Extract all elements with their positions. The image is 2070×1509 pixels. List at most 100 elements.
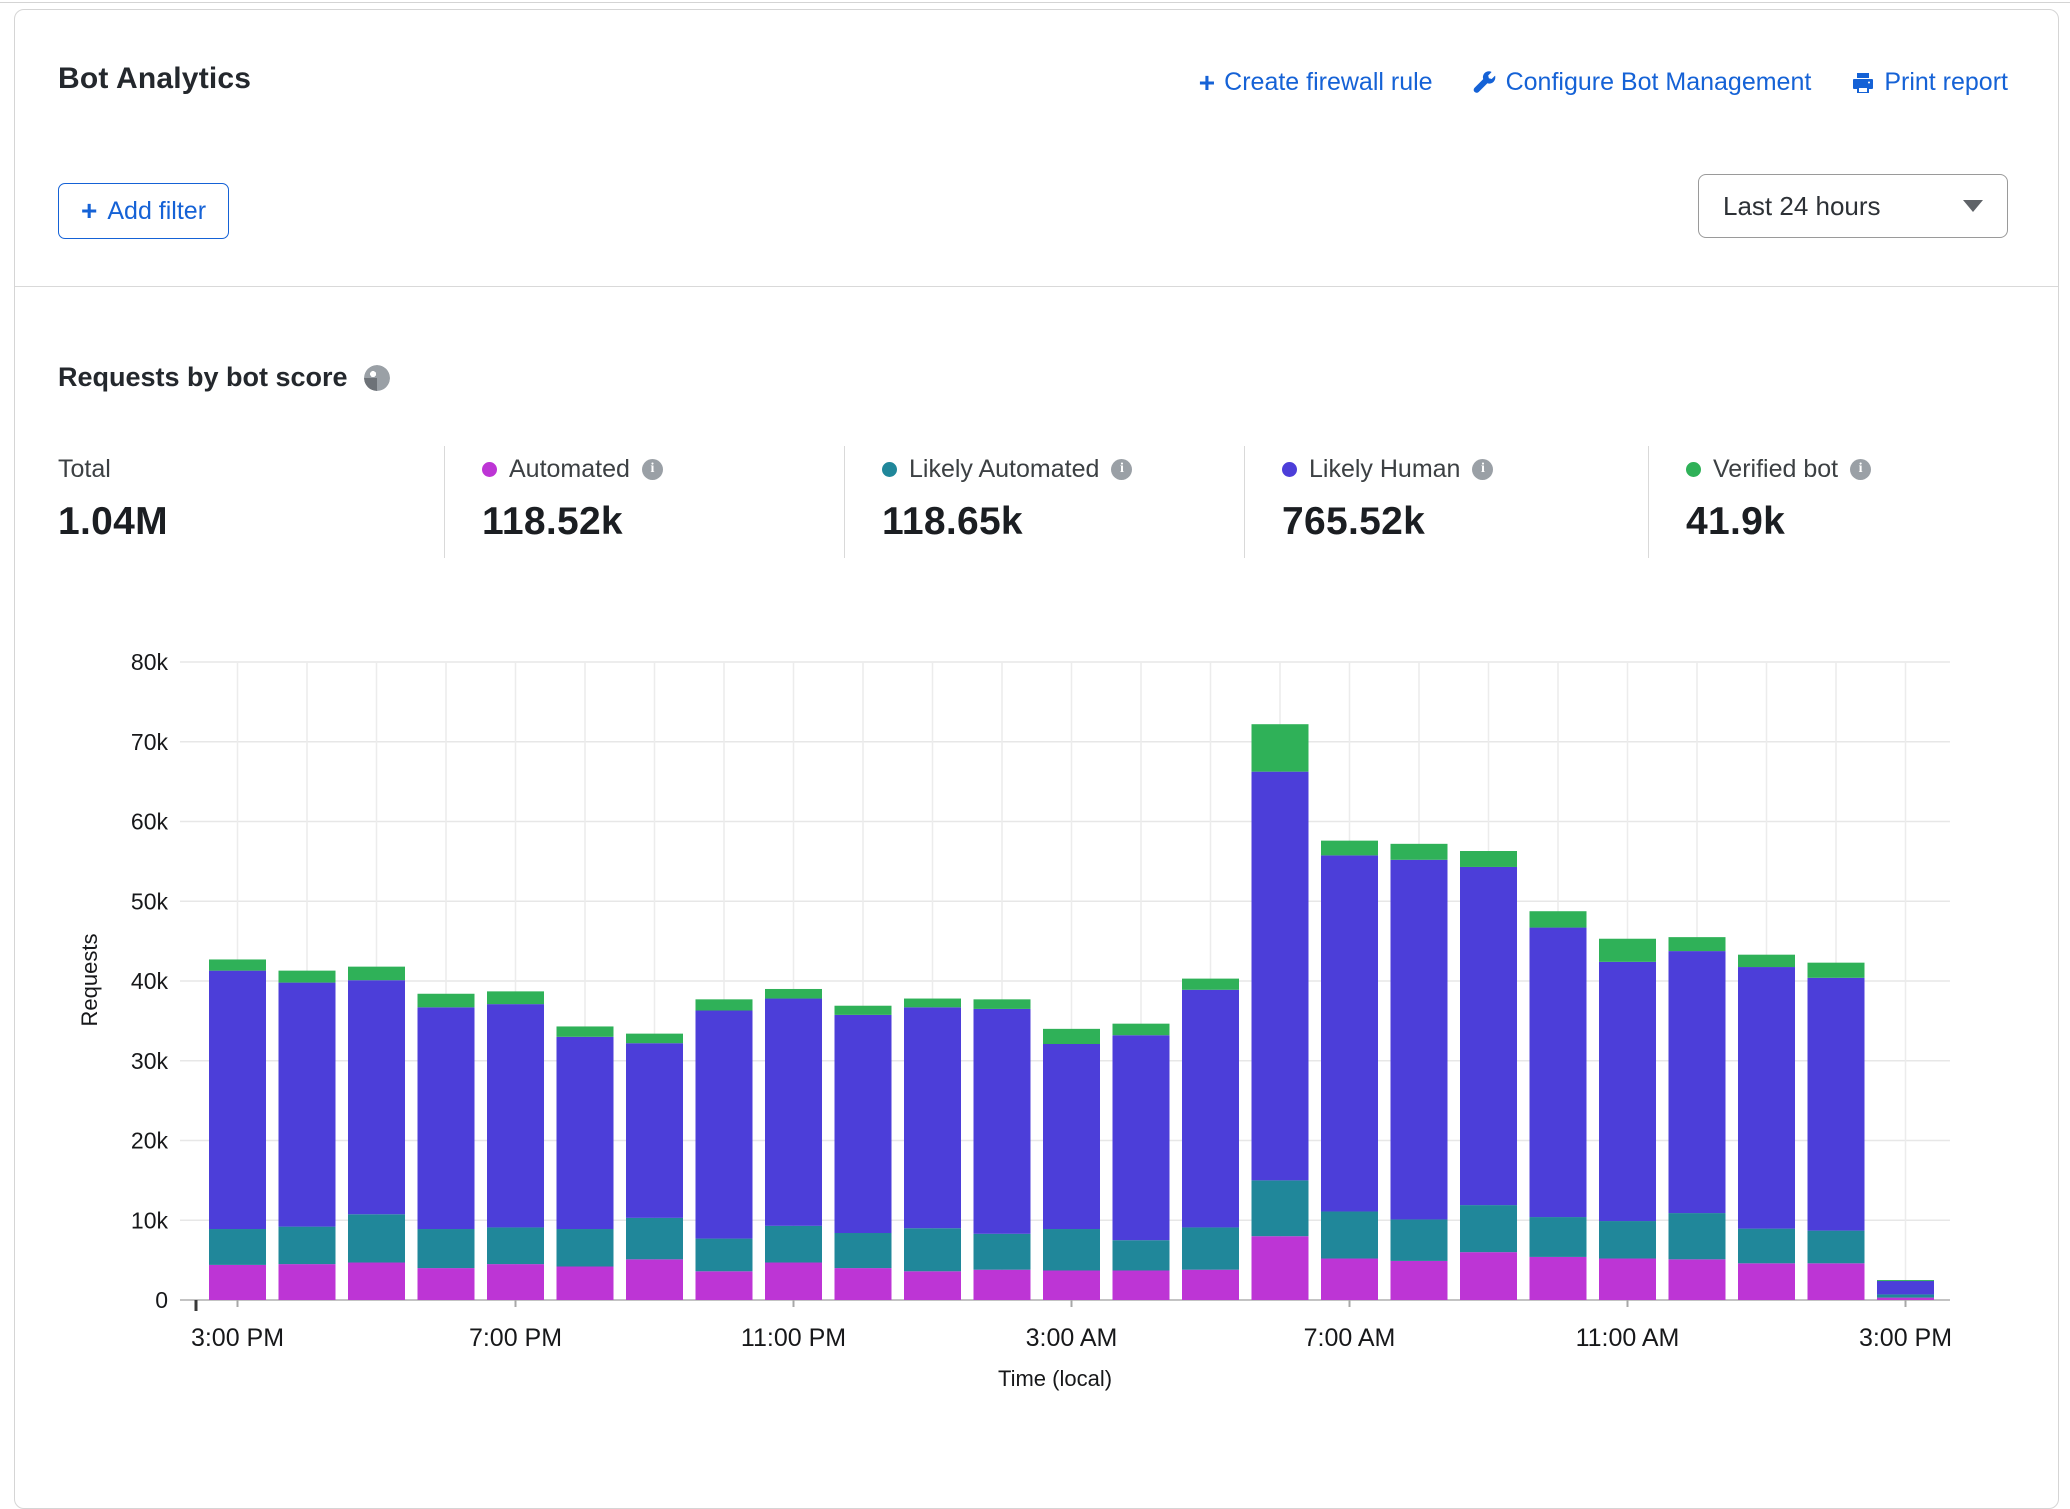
bar-segment-automated[interactable] (765, 1263, 822, 1300)
bar-segment-verified-bot[interactable] (1460, 851, 1517, 867)
bar-segment-likely-human[interactable] (1252, 772, 1309, 1181)
bar-segment-verified-bot[interactable] (1252, 724, 1309, 771)
bar-segment-verified-bot[interactable] (1182, 979, 1239, 990)
bar-segment-likely-automated[interactable] (348, 1214, 405, 1262)
bar-segment-automated[interactable] (1530, 1257, 1587, 1300)
bar-segment-automated[interactable] (1599, 1259, 1656, 1300)
create-firewall-rule-link[interactable]: + Create firewall rule (1199, 68, 1433, 97)
bar-segment-likely-automated[interactable] (1669, 1213, 1726, 1259)
bar-segment-likely-automated[interactable] (1877, 1294, 1934, 1297)
bar-segment-likely-human[interactable] (487, 1004, 544, 1227)
bar-segment-verified-bot[interactable] (279, 971, 336, 983)
bar-segment-likely-human[interactable] (1530, 928, 1587, 1217)
bar-segment-likely-human[interactable] (557, 1037, 614, 1229)
bar-segment-likely-automated[interactable] (279, 1227, 336, 1264)
bar-segment-likely-automated[interactable] (974, 1234, 1031, 1270)
bar-segment-automated[interactable] (1252, 1236, 1309, 1300)
bar-segment-automated[interactable] (626, 1259, 683, 1300)
bar-segment-likely-automated[interactable] (418, 1229, 475, 1268)
bar-segment-automated[interactable] (1113, 1270, 1170, 1300)
bar-segment-verified-bot[interactable] (487, 991, 544, 1004)
bar-segment-verified-bot[interactable] (1738, 955, 1795, 967)
bar-segment-verified-bot[interactable] (1877, 1280, 1934, 1281)
bar-segment-likely-automated[interactable] (1391, 1219, 1448, 1260)
bar-segment-verified-bot[interactable] (696, 999, 753, 1010)
bar-segment-likely-human[interactable] (209, 971, 266, 1229)
bar-segment-verified-bot[interactable] (348, 967, 405, 981)
bar-segment-verified-bot[interactable] (1599, 939, 1656, 962)
bar-segment-verified-bot[interactable] (835, 1006, 892, 1015)
bar-segment-likely-human[interactable] (904, 1007, 961, 1228)
bar-segment-automated[interactable] (1877, 1298, 1934, 1300)
bar-segment-likely-automated[interactable] (696, 1239, 753, 1272)
bar-segment-automated[interactable] (904, 1271, 961, 1300)
bar-segment-verified-bot[interactable] (974, 999, 1031, 1009)
print-report-link[interactable]: Print report (1851, 68, 2008, 97)
time-range-dropdown[interactable]: Last 24 hours (1698, 174, 2008, 238)
bar-segment-likely-human[interactable] (1738, 967, 1795, 1229)
bar-segment-likely-human[interactable] (1599, 962, 1656, 1221)
bar-segment-likely-automated[interactable] (1182, 1227, 1239, 1269)
bar-segment-verified-bot[interactable] (418, 994, 475, 1008)
bar-segment-automated[interactable] (1669, 1259, 1726, 1300)
bar-segment-automated[interactable] (835, 1268, 892, 1300)
bar-segment-verified-bot[interactable] (1113, 1024, 1170, 1036)
bar-segment-likely-human[interactable] (1043, 1044, 1100, 1229)
bar-segment-likely-automated[interactable] (1599, 1221, 1656, 1258)
bar-segment-likely-automated[interactable] (1252, 1180, 1309, 1236)
bar-segment-likely-human[interactable] (765, 999, 822, 1226)
bar-segment-verified-bot[interactable] (1391, 844, 1448, 860)
bar-segment-verified-bot[interactable] (1669, 937, 1726, 951)
configure-bot-management-link[interactable]: Configure Bot Management (1473, 68, 1812, 97)
bar-segment-automated[interactable] (1321, 1259, 1378, 1300)
bar-segment-likely-human[interactable] (1113, 1035, 1170, 1240)
bar-segment-verified-bot[interactable] (904, 999, 961, 1008)
bar-segment-likely-human[interactable] (1391, 860, 1448, 1220)
bar-segment-likely-human[interactable] (1460, 867, 1517, 1205)
bar-segment-automated[interactable] (557, 1267, 614, 1300)
bar-segment-automated[interactable] (1460, 1252, 1517, 1300)
bar-segment-verified-bot[interactable] (1530, 911, 1587, 927)
bar-segment-automated[interactable] (1182, 1270, 1239, 1300)
bar-segment-likely-automated[interactable] (835, 1233, 892, 1268)
bar-segment-likely-human[interactable] (418, 1007, 475, 1229)
bar-segment-verified-bot[interactable] (626, 1034, 683, 1044)
bar-segment-likely-human[interactable] (835, 1015, 892, 1233)
bar-segment-likely-human[interactable] (1877, 1281, 1934, 1295)
bar-segment-likely-automated[interactable] (1530, 1217, 1587, 1257)
bar-segment-verified-bot[interactable] (765, 989, 822, 999)
bar-segment-likely-human[interactable] (626, 1043, 683, 1218)
bar-segment-likely-human[interactable] (974, 1009, 1031, 1234)
bar-segment-likely-human[interactable] (1182, 990, 1239, 1228)
bar-segment-automated[interactable] (1391, 1261, 1448, 1300)
info-icon[interactable]: i (1850, 459, 1871, 480)
bar-segment-likely-automated[interactable] (626, 1218, 683, 1259)
bar-segment-automated[interactable] (487, 1264, 544, 1300)
info-icon[interactable]: i (1472, 459, 1493, 480)
info-icon[interactable]: i (642, 459, 663, 480)
bar-segment-automated[interactable] (1043, 1270, 1100, 1300)
bar-segment-likely-automated[interactable] (557, 1229, 614, 1266)
bar-segment-likely-automated[interactable] (1043, 1229, 1100, 1270)
bar-segment-automated[interactable] (348, 1263, 405, 1300)
bar-segment-likely-human[interactable] (348, 980, 405, 1214)
bar-segment-likely-human[interactable] (696, 1011, 753, 1239)
bar-segment-likely-automated[interactable] (1321, 1211, 1378, 1258)
bar-segment-verified-bot[interactable] (1321, 841, 1378, 856)
bar-segment-likely-automated[interactable] (765, 1226, 822, 1263)
info-icon[interactable]: i (1111, 459, 1132, 480)
bar-segment-automated[interactable] (1808, 1263, 1865, 1300)
bar-segment-automated[interactable] (696, 1271, 753, 1300)
bar-segment-likely-automated[interactable] (1460, 1205, 1517, 1252)
bar-segment-likely-human[interactable] (1669, 951, 1726, 1213)
add-filter-button[interactable]: + Add filter (58, 183, 229, 239)
bar-segment-likely-automated[interactable] (1808, 1231, 1865, 1264)
bar-segment-automated[interactable] (974, 1270, 1031, 1300)
bar-segment-verified-bot[interactable] (209, 959, 266, 970)
bar-segment-automated[interactable] (279, 1264, 336, 1300)
bar-segment-likely-automated[interactable] (904, 1228, 961, 1271)
bar-segment-verified-bot[interactable] (1808, 963, 1865, 978)
bar-segment-automated[interactable] (1738, 1263, 1795, 1300)
bar-segment-likely-human[interactable] (279, 983, 336, 1227)
bar-segment-automated[interactable] (209, 1265, 266, 1300)
